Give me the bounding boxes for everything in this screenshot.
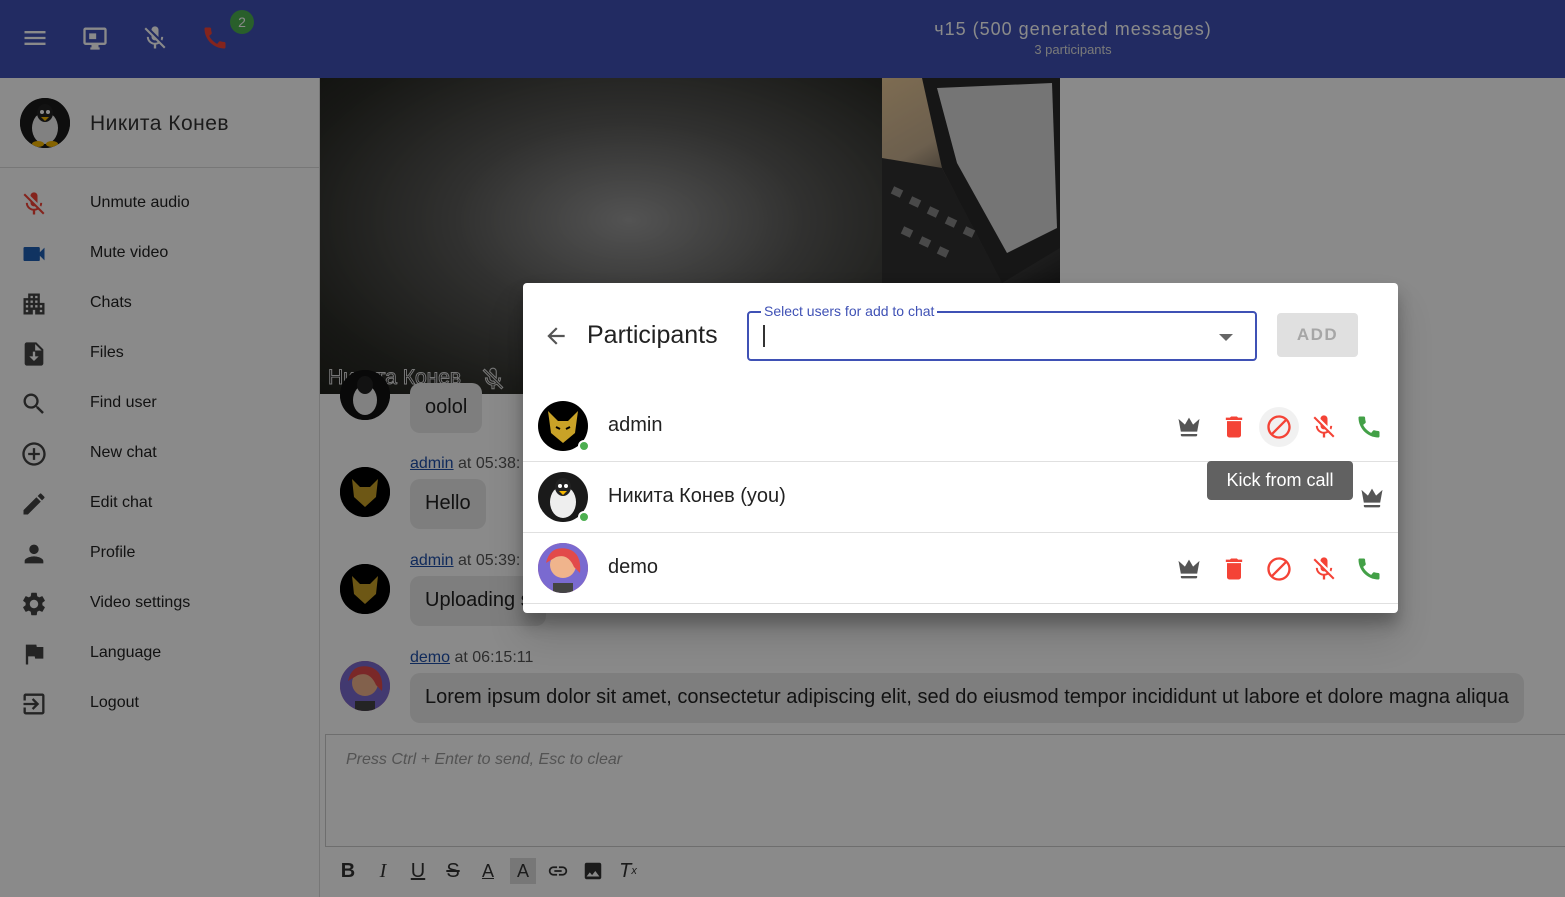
make-admin-button[interactable] (1352, 478, 1392, 518)
delete-participant-button[interactable] (1214, 549, 1254, 589)
kick-from-call-button[interactable] (1259, 549, 1299, 589)
participant-name: Никита Конев (you) (608, 485, 786, 507)
phone-icon (1358, 558, 1380, 580)
kick-from-call-button[interactable] (1259, 407, 1299, 447)
select-label: Select users for add to chat (761, 303, 938, 319)
mute-participant-button[interactable] (1304, 407, 1344, 447)
mic-off-icon (1313, 557, 1335, 580)
dialog-title: Participants (587, 321, 718, 349)
delete-participant-button[interactable] (1214, 407, 1254, 447)
block-icon (1267, 557, 1291, 581)
block-icon (1267, 415, 1291, 439)
trash-icon (1225, 558, 1243, 580)
trash-icon (1225, 416, 1243, 438)
crown-icon (1361, 488, 1383, 508)
crown-icon (1178, 417, 1200, 437)
make-admin-button[interactable] (1169, 549, 1209, 589)
back-arrow-icon[interactable] (543, 323, 569, 349)
call-participant-button[interactable] (1349, 407, 1389, 447)
text-caret (763, 325, 765, 347)
online-indicator (578, 440, 590, 452)
online-indicator (578, 511, 590, 523)
make-admin-button[interactable] (1169, 407, 1209, 447)
participants-dialog: Participants Select users for add to cha… (523, 283, 1398, 613)
participant-name: demo (608, 556, 659, 578)
add-button[interactable]: ADD (1277, 313, 1358, 357)
crown-icon (1178, 559, 1200, 579)
participant-row: admin (523, 391, 1398, 462)
phone-icon (1358, 416, 1380, 438)
participant-row: demo (523, 533, 1398, 604)
user-select-input[interactable]: Select users for add to chat (747, 303, 1257, 361)
call-participant-button[interactable] (1349, 549, 1389, 589)
participant-name: admin (608, 414, 663, 436)
mute-participant-button[interactable] (1304, 549, 1344, 589)
mic-off-icon (1313, 415, 1335, 438)
kick-tooltip: Kick from call (1207, 461, 1353, 500)
chevron-down-icon[interactable] (1219, 334, 1233, 341)
avatar (538, 543, 588, 593)
